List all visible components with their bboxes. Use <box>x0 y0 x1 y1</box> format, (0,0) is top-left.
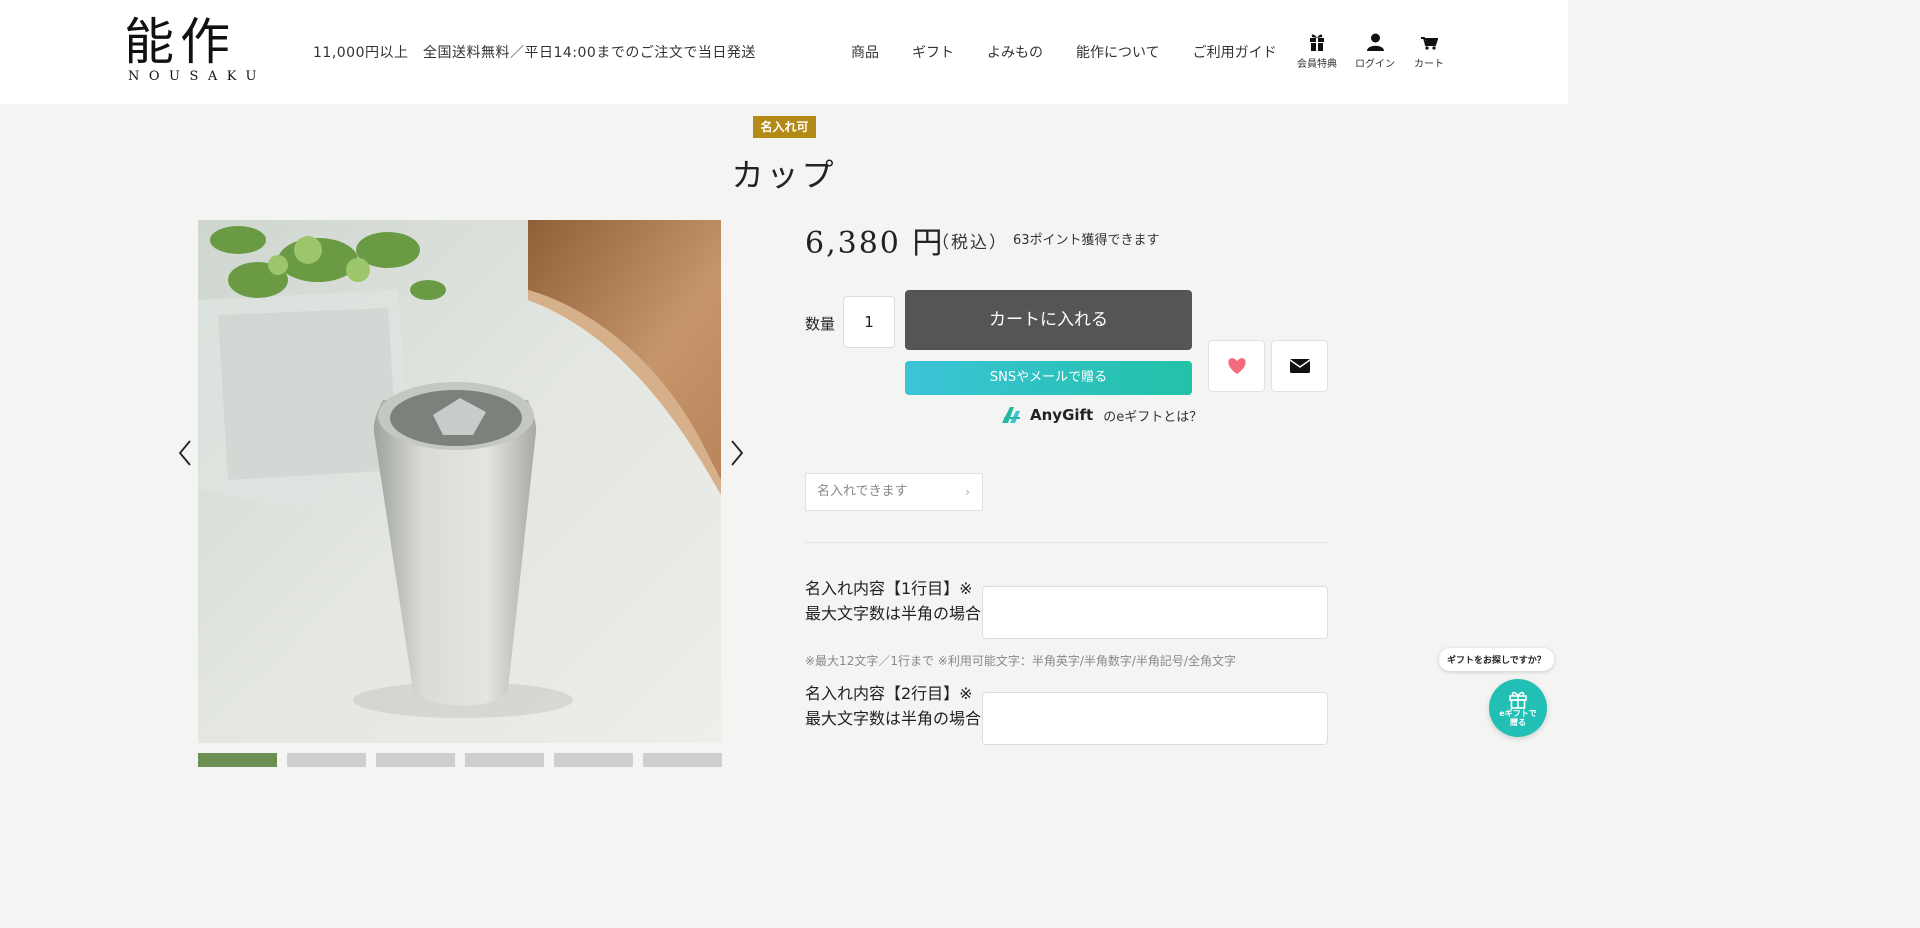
thumbnail[interactable] <box>465 753 544 767</box>
product-title: カップ <box>731 156 837 194</box>
sns-gift-button[interactable]: SNSやメールで贈る <box>905 361 1192 395</box>
tax-note: （税込） <box>932 233 1008 253</box>
engrave-line2-input[interactable] <box>982 692 1328 745</box>
egift-button-line2: 贈る <box>1510 718 1526 727</box>
engrave-note: ※最大12文字／1行まで ※利用可能文字：半角英字/半角数字/半角記号/全角文字 <box>805 654 1236 668</box>
anygift-info-link[interactable]: AnyGift のeギフトとは？ <box>1000 405 1202 425</box>
points-note: 63ポイント獲得できます <box>1013 233 1160 248</box>
anygift-brand: AnyGift <box>1030 406 1094 424</box>
login-link[interactable]: ログイン <box>1355 33 1395 70</box>
member-benefits-link[interactable]: 会員特典 <box>1297 33 1337 70</box>
thumbnail[interactable] <box>554 753 633 767</box>
chevron-right-icon: › <box>965 485 970 499</box>
gallery-prev-arrow[interactable] <box>174 438 198 468</box>
user-icon <box>1366 33 1384 51</box>
thumbnail[interactable] <box>287 753 366 767</box>
engraving-available-badge: 名入れ可 <box>753 116 816 138</box>
email-share-button[interactable] <box>1271 340 1328 392</box>
thumbnail[interactable] <box>643 753 722 767</box>
engrave-line1-input[interactable] <box>982 586 1328 639</box>
nousaku-logo[interactable]: 能作 NOUSAKU <box>124 13 266 90</box>
thumbnail-strip <box>198 753 722 767</box>
thumbnail[interactable] <box>198 753 277 767</box>
product-price: 6,380 円 <box>805 226 945 261</box>
engrave-line1-label: 名入れ内容【1行目】※最大文字数は半角の場合 <box>805 579 982 623</box>
gallery-next-arrow[interactable] <box>724 438 748 468</box>
logo-kanji: 能作 <box>124 13 236 71</box>
cart-link[interactable]: カート <box>1414 33 1444 70</box>
gift-icon <box>1310 34 1324 51</box>
logo-roman: NOUSAKU <box>128 69 266 84</box>
nav-item-about[interactable]: 能作について <box>1076 42 1160 62</box>
gift-icon <box>1509 691 1527 709</box>
favorite-button[interactable] <box>1208 340 1265 392</box>
member-benefits-label: 会員特典 <box>1297 59 1337 70</box>
thumbnail[interactable] <box>376 753 455 767</box>
nav-item-reading[interactable]: よみもの <box>987 42 1043 62</box>
engraving-info-link[interactable]: 名入れできます › <box>805 473 983 511</box>
product-main-image[interactable] <box>198 220 721 743</box>
nav-item-guide[interactable]: ご利用ガイド <box>1193 42 1277 62</box>
gift-help-bubble[interactable]: ギフトをお探しですか？ <box>1439 648 1554 671</box>
heart-icon <box>1227 358 1246 374</box>
anygift-link-text: のeギフトとは？ <box>1103 409 1203 425</box>
quantity-input[interactable] <box>843 296 895 348</box>
login-label: ログイン <box>1355 59 1395 70</box>
anygift-logo-icon <box>1002 407 1020 423</box>
nav-item-gift[interactable]: ギフト <box>912 42 954 62</box>
egift-button-line1: eギフトで <box>1499 709 1537 718</box>
add-to-cart-button[interactable]: カートに入れる <box>905 290 1192 350</box>
egift-floating-button[interactable]: eギフトで 贈る <box>1489 679 1547 737</box>
cart-label: カート <box>1414 59 1444 70</box>
section-divider <box>805 542 1328 543</box>
engrave-line2-label: 名入れ内容【2行目】※最大文字数は半角の場合 <box>805 684 982 728</box>
quantity-label: 数量 <box>805 315 836 333</box>
envelope-icon <box>1289 359 1310 373</box>
nav-item-products[interactable]: 商品 <box>851 42 879 62</box>
site-header: 能作 NOUSAKU 11,000円以上 全国送料無料／平日14:00までのご注… <box>0 0 1568 104</box>
cart-icon <box>1420 37 1438 50</box>
shipping-notice: 11,000円以上 全国送料無料／平日14:00までのご注文で当日発送 <box>313 45 756 61</box>
engraving-info-label: 名入れできます <box>817 484 908 499</box>
main-nav: 商品 ギフト よみもの 能作について ご利用ガイド <box>851 42 1277 62</box>
